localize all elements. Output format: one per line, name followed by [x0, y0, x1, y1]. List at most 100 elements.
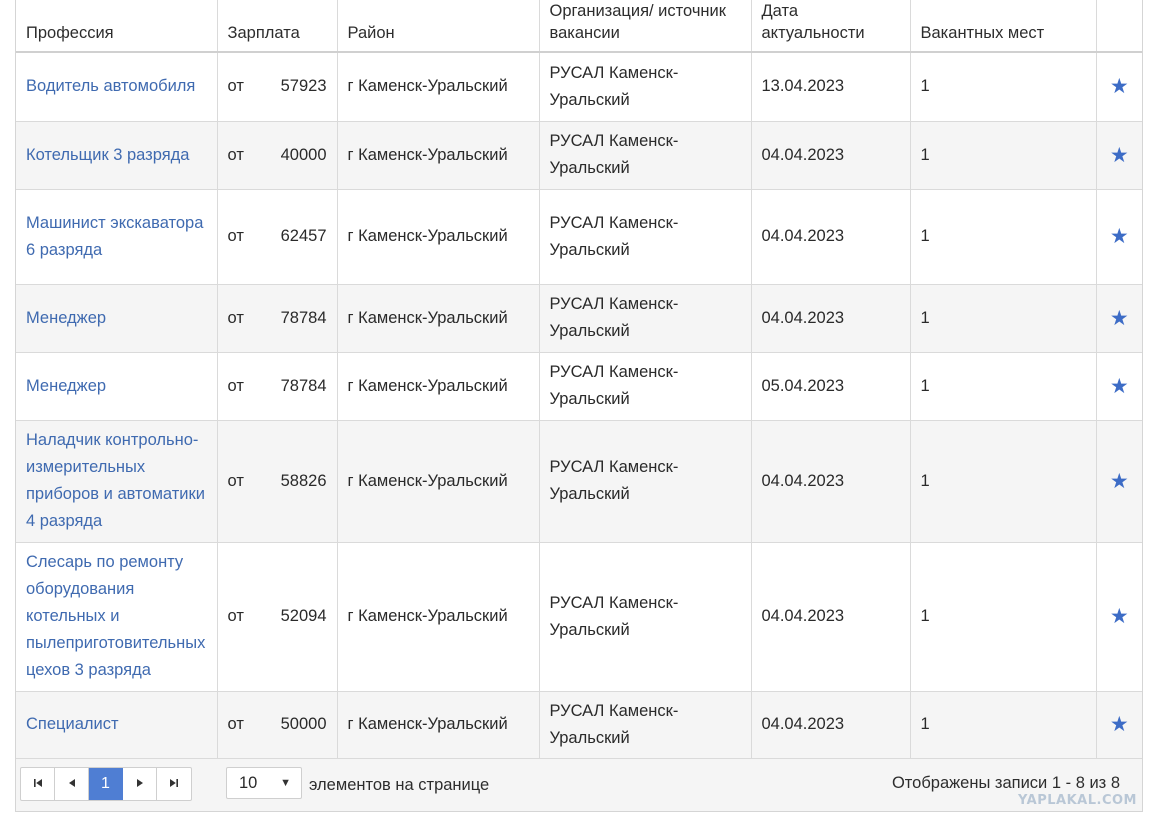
- salary-cell: от 50000: [217, 691, 338, 759]
- profession-link[interactable]: Менеджер: [26, 309, 106, 327]
- last-page-button[interactable]: [157, 768, 191, 800]
- star-icon[interactable]: ★: [1107, 223, 1133, 250]
- salary-cell: от 78784: [217, 352, 338, 421]
- vacancies-table: Профессия Зарплата Район Организация/ источ…: [16, 0, 1142, 759]
- organization-cell: РУСАЛ Каменск-Уральский: [539, 52, 752, 122]
- watermark: YAPLAKAL.COM: [1018, 793, 1137, 808]
- star-icon[interactable]: ★: [1107, 142, 1133, 169]
- column-header[interactable]: Район: [337, 0, 540, 53]
- star-icon[interactable]: ★: [1107, 73, 1133, 100]
- column-header[interactable]: Дата актуальности: [751, 0, 911, 53]
- salary-cell: от 40000: [217, 121, 338, 190]
- table-row[interactable]: Водитель автомобиля от 57923 г Каменск-Урал…: [16, 52, 1142, 122]
- star-icon[interactable]: ★: [1107, 468, 1133, 495]
- page-size-select[interactable]: 10 ▼: [226, 767, 302, 799]
- column-header[interactable]: Вакантных мест: [910, 0, 1097, 53]
- district-cell: г Каменск-Уральский: [337, 420, 540, 543]
- organization-cell: РУСАЛ Каменск-Уральский: [539, 352, 752, 421]
- district-cell: г Каменск-Уральский: [337, 352, 540, 421]
- chevron-down-icon: ▼: [280, 777, 291, 789]
- district-cell: г Каменск-Уральский: [337, 189, 540, 285]
- salary-cell: от 62457: [217, 189, 338, 285]
- profession-link[interactable]: Специалист: [26, 715, 119, 733]
- salary-amount: 78784: [280, 376, 327, 395]
- vacancies-cell: 1: [910, 420, 1097, 543]
- date-cell: 04.04.2023: [751, 420, 911, 543]
- profession-link[interactable]: Наладчик контрольно-измерительных прибор…: [26, 431, 205, 530]
- profession-link[interactable]: Слесарь по ремонту оборудования котельны…: [26, 553, 205, 679]
- salary-cell: от 52094: [217, 542, 338, 692]
- pagination: 1: [20, 767, 192, 801]
- organization-cell: РУСАЛ Каменск-Уральский: [539, 189, 752, 285]
- first-page-button[interactable]: [21, 768, 55, 800]
- profession-cell: Водитель автомобиля: [16, 52, 218, 122]
- table-row[interactable]: Наладчик контрольно-измерительных прибор…: [16, 420, 1142, 543]
- vacancies-cell: 1: [910, 542, 1097, 692]
- favorite-cell: ★: [1096, 189, 1142, 285]
- table-row[interactable]: Машинист экскаватора 6 разряда от 62457 г К…: [16, 189, 1142, 285]
- vacancies-cell: 1: [910, 121, 1097, 190]
- salary-value: от 40000: [228, 142, 327, 169]
- date-cell: 04.04.2023: [751, 121, 911, 190]
- profession-cell: Наладчик контрольно-измерительных прибор…: [16, 420, 218, 543]
- profession-link[interactable]: Машинист экскаватора 6 разряда: [26, 214, 203, 259]
- favorite-cell: ★: [1096, 691, 1142, 759]
- page-size-value: 10: [239, 773, 258, 792]
- salary-cell: от 58826: [217, 420, 338, 543]
- column-header[interactable]: Профессия: [16, 0, 218, 53]
- salary-value: от 57923: [228, 73, 327, 100]
- salary-amount: 52094: [280, 607, 327, 625]
- salary-amount: 40000: [280, 145, 327, 164]
- profession-cell: Менеджер: [16, 284, 218, 353]
- salary-cell: от 78784: [217, 284, 338, 353]
- table-row[interactable]: Менеджер от 78784 г Каменск-Уральский РУСАЛ …: [16, 284, 1142, 353]
- salary-value: от 50000: [228, 711, 327, 738]
- favorite-cell: ★: [1096, 352, 1142, 421]
- district-cell: г Каменск-Уральский: [337, 284, 540, 353]
- salary-prefix: от: [227, 471, 244, 490]
- table-row[interactable]: Специалист от 50000 г Каменск-Уральский РУСА…: [16, 691, 1142, 759]
- star-icon[interactable]: ★: [1107, 603, 1133, 630]
- date-cell: 04.04.2023: [751, 691, 911, 759]
- salary-amount: 78784: [280, 308, 327, 327]
- prev-page-button[interactable]: [55, 768, 89, 800]
- table-row[interactable]: Менеджер от 78784 г Каменск-Уральский РУСАЛ …: [16, 352, 1142, 421]
- favorite-cell: ★: [1096, 52, 1142, 122]
- district-cell: г Каменск-Уральский: [337, 542, 540, 692]
- table-body: Водитель автомобиля от 57923 г Каменск-Урал…: [16, 52, 1142, 759]
- profession-cell: Слесарь по ремонту оборудования котельны…: [16, 542, 218, 692]
- next-page-button[interactable]: [123, 768, 157, 800]
- page-number-button[interactable]: 1: [89, 768, 123, 800]
- column-header[interactable]: Зарплата: [217, 0, 338, 53]
- column-header[interactable]: [1096, 0, 1142, 53]
- salary-value: от 78784: [228, 373, 327, 400]
- organization-cell: РУСАЛ Каменск-Уральский: [539, 542, 752, 692]
- salary-amount: 58826: [280, 471, 327, 490]
- table-row[interactable]: Котельщик 3 разряда от 40000 г Каменск-Урал…: [16, 121, 1142, 190]
- salary-value: от 58826: [228, 468, 327, 495]
- date-cell: 13.04.2023: [751, 52, 911, 122]
- organization-cell: РУСАЛ Каменск-Уральский: [539, 691, 752, 759]
- column-header[interactable]: Организация/ источник вакансии: [539, 0, 752, 53]
- profession-cell: Машинист экскаватора 6 разряда: [16, 189, 218, 285]
- salary-value: от 78784: [228, 305, 327, 332]
- salary-value: от 52094: [228, 603, 327, 630]
- profession-link[interactable]: Водитель автомобиля: [26, 77, 195, 95]
- pager-bar: 1 10 ▼ элементов на странице Отображены …: [16, 758, 1142, 811]
- table-row[interactable]: Слесарь по ремонту оборудования котельны…: [16, 542, 1142, 692]
- favorite-cell: ★: [1096, 542, 1142, 692]
- salary-value: от 62457: [228, 223, 327, 250]
- page-size-label: элементов на странице: [309, 776, 490, 794]
- organization-cell: РУСАЛ Каменск-Уральский: [539, 284, 752, 353]
- profession-link[interactable]: Менеджер: [26, 377, 106, 395]
- favorite-cell: ★: [1096, 121, 1142, 190]
- star-icon[interactable]: ★: [1107, 711, 1133, 738]
- page-number-label: 1: [101, 775, 110, 792]
- vacancies-cell: 1: [910, 691, 1097, 759]
- star-icon[interactable]: ★: [1107, 373, 1133, 400]
- profession-cell: Специалист: [16, 691, 218, 759]
- star-icon[interactable]: ★: [1107, 305, 1133, 332]
- salary-prefix: от: [227, 607, 244, 625]
- profession-link[interactable]: Котельщик 3 разряда: [26, 146, 189, 164]
- vacancies-cell: 1: [910, 52, 1097, 122]
